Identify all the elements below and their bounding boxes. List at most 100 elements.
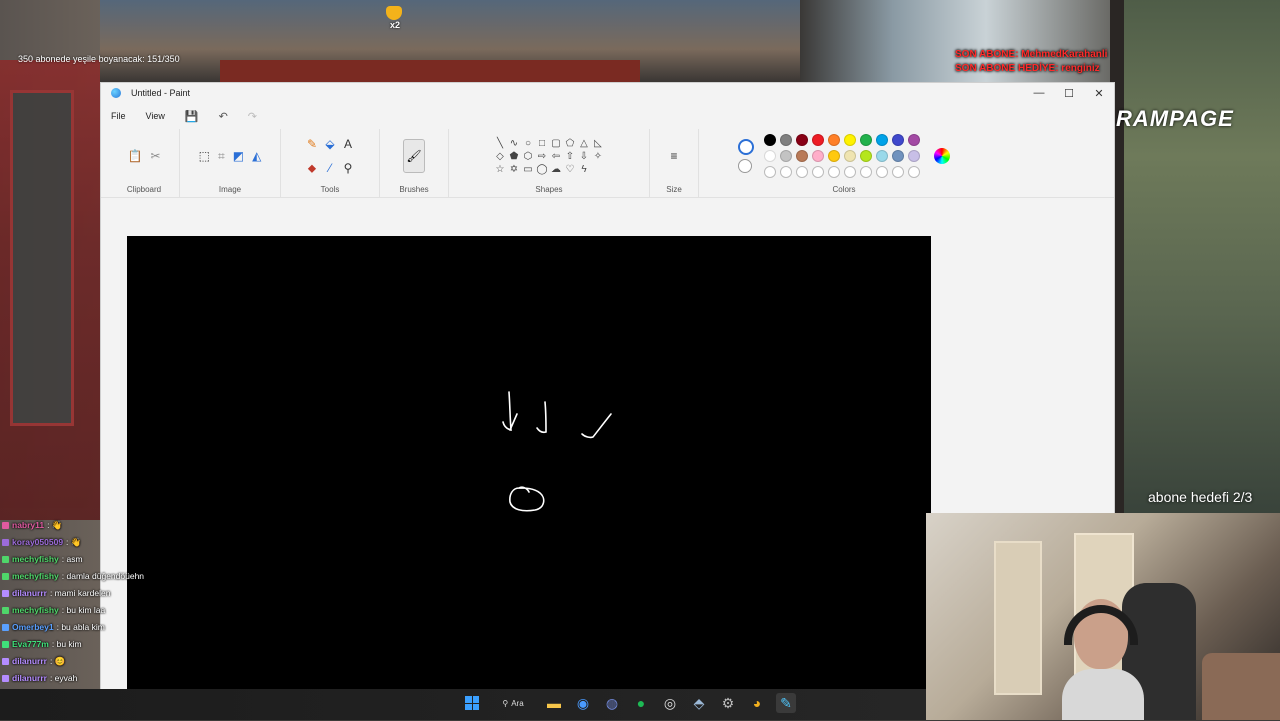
close-button[interactable]: ✕: [1084, 87, 1114, 100]
color-swatch[interactable]: [828, 134, 840, 146]
arrow-down-shape-icon: ⇩: [579, 150, 589, 162]
color-swatch[interactable]: [780, 150, 792, 162]
ribbon: 📋 ✂ Clipboard ⬚ ⌗ ◩ ◭ Image ✎ ⬙ A ⬥ ⁄ ⚲ …: [101, 129, 1114, 198]
brush-icon[interactable]: 🖌: [403, 139, 425, 173]
edge-icon[interactable]: ◉: [573, 693, 593, 713]
last-subscriber-gift: SON ABONE HEDİYE: renginiz: [955, 63, 1100, 74]
chat-message: koray050509: 👋: [2, 534, 242, 551]
subscriber-alert: SON ABONE: MehmedKarahanli SON ABONE HED…: [955, 48, 1107, 76]
group-colors: Colors: [699, 129, 989, 197]
chat-username: mechyfishy: [12, 605, 59, 615]
color-swatch[interactable]: [908, 134, 920, 146]
group-image: ⬚ ⌗ ◩ ◭ Image: [180, 129, 281, 197]
color-swatch[interactable]: [844, 166, 856, 178]
chat-badge-icon: [2, 556, 9, 563]
callout-rect-shape-icon: ▭: [523, 163, 533, 175]
eraser-icon[interactable]: ⬥: [308, 161, 316, 176]
color2-selector[interactable]: [738, 159, 752, 173]
edit-colors-icon[interactable]: [934, 148, 950, 164]
pencil-icon[interactable]: ✎: [307, 137, 317, 151]
steam-icon[interactable]: ⬘: [689, 693, 709, 713]
window-controls: — ☐ ✕: [1024, 87, 1114, 100]
start-button[interactable]: [462, 693, 482, 713]
color-swatch[interactable]: [892, 150, 904, 162]
chrome-icon[interactable]: ◕: [747, 693, 767, 713]
color-swatch[interactable]: [764, 134, 776, 146]
star4-shape-icon: ✧: [593, 150, 603, 162]
taskbar-search[interactable]: ⚲ Ara: [491, 693, 535, 713]
chat-badge-icon: [2, 607, 9, 614]
color-swatch[interactable]: [780, 166, 792, 178]
rotate-icon[interactable]: ◭: [252, 149, 261, 163]
color-swatch[interactable]: [812, 150, 824, 162]
color-swatch[interactable]: [892, 166, 904, 178]
settings-gear-icon[interactable]: ⚙: [718, 693, 738, 713]
drawing-canvas[interactable]: [127, 236, 931, 689]
redo-icon[interactable]: ↷: [248, 110, 257, 123]
paint-taskbar-icon[interactable]: ✎: [776, 693, 796, 713]
color-swatch[interactable]: [828, 166, 840, 178]
chat-badge-icon: [2, 641, 9, 648]
line-shape-icon: ╲: [496, 137, 504, 149]
color-picker-icon[interactable]: ⁄: [329, 161, 331, 176]
webcam-feed: [926, 513, 1280, 720]
color-swatch[interactable]: [812, 166, 824, 178]
undo-icon[interactable]: ↶: [219, 110, 228, 123]
file-explorer-icon[interactable]: ▬: [544, 693, 564, 713]
menu-file[interactable]: File: [111, 111, 126, 121]
color-swatch[interactable]: [844, 134, 856, 146]
chat-message: Eva777m: bu kim: [2, 636, 242, 653]
chat-text: : damla düğendöüehn: [61, 571, 145, 581]
title-bar: Untitled - Paint — ☐ ✕: [101, 83, 1114, 103]
text-icon[interactable]: A: [344, 137, 352, 151]
color-swatch[interactable]: [860, 166, 872, 178]
chat-text: : bu abla kim: [56, 622, 105, 632]
color-swatch[interactable]: [876, 134, 888, 146]
spotify-icon[interactable]: ●: [631, 693, 651, 713]
cut-icon[interactable]: ✂: [150, 149, 160, 163]
fill-icon[interactable]: ⬙: [325, 137, 334, 151]
paste-icon[interactable]: 📋: [127, 149, 142, 163]
magnifier-icon[interactable]: ⚲: [344, 161, 353, 176]
color-swatch[interactable]: [828, 150, 840, 162]
group-label-brushes: Brushes: [399, 185, 429, 194]
color-swatch[interactable]: [796, 166, 808, 178]
save-icon[interactable]: 💾: [185, 110, 199, 123]
heart-shape-icon: ♡: [565, 163, 575, 175]
shapes-gallery[interactable]: ╲ ∿ ○ □ ▢ ⬠ △ ◺ ◇ ⬟ ⬡ ⇨ ⇦ ⇧ ⇩ ✧ ☆ ✡ ▭ ◯ ☁ ♡ ϟ: [493, 138, 605, 175]
doodle-circle: [509, 486, 545, 512]
color-swatch[interactable]: [908, 166, 920, 178]
obs-icon[interactable]: ◎: [660, 693, 680, 713]
crop-icon[interactable]: ⌗: [218, 149, 225, 164]
discord-icon[interactable]: ◍: [602, 693, 622, 713]
background-window-right: [1110, 0, 1280, 520]
color-swatch[interactable]: [876, 166, 888, 178]
color-swatch[interactable]: [764, 150, 776, 162]
color-swatch[interactable]: [908, 150, 920, 162]
color-swatch[interactable]: [860, 134, 872, 146]
chat-message: mechyfishy: asm: [2, 551, 242, 568]
chat-badge-icon: [2, 539, 9, 546]
color-swatch[interactable]: [812, 134, 824, 146]
last-subscriber: SON ABONE: MehmedKarahanli: [955, 49, 1108, 60]
minimize-button[interactable]: —: [1024, 87, 1054, 100]
color1-selector[interactable]: [738, 139, 754, 155]
color-swatch[interactable]: [796, 150, 808, 162]
chat-text: : asm: [61, 554, 83, 564]
maximize-button[interactable]: ☐: [1054, 87, 1084, 100]
select-icon[interactable]: ⬚: [199, 149, 210, 163]
color-swatch[interactable]: [876, 150, 888, 162]
chat-username: nabry11: [12, 520, 45, 530]
oval-shape-icon: ○: [524, 137, 532, 149]
color-swatch[interactable]: [844, 150, 856, 162]
color-swatch[interactable]: [780, 134, 792, 146]
color-swatch[interactable]: [860, 150, 872, 162]
resize-icon[interactable]: ◩: [233, 149, 244, 163]
background-building: [100, 0, 800, 82]
size-icon[interactable]: ≡: [670, 149, 677, 163]
color-swatch[interactable]: [796, 134, 808, 146]
group-brushes: 🖌 Brushes: [380, 129, 449, 197]
menu-view[interactable]: View: [146, 111, 165, 121]
color-swatch[interactable]: [764, 166, 776, 178]
color-swatch[interactable]: [892, 134, 904, 146]
